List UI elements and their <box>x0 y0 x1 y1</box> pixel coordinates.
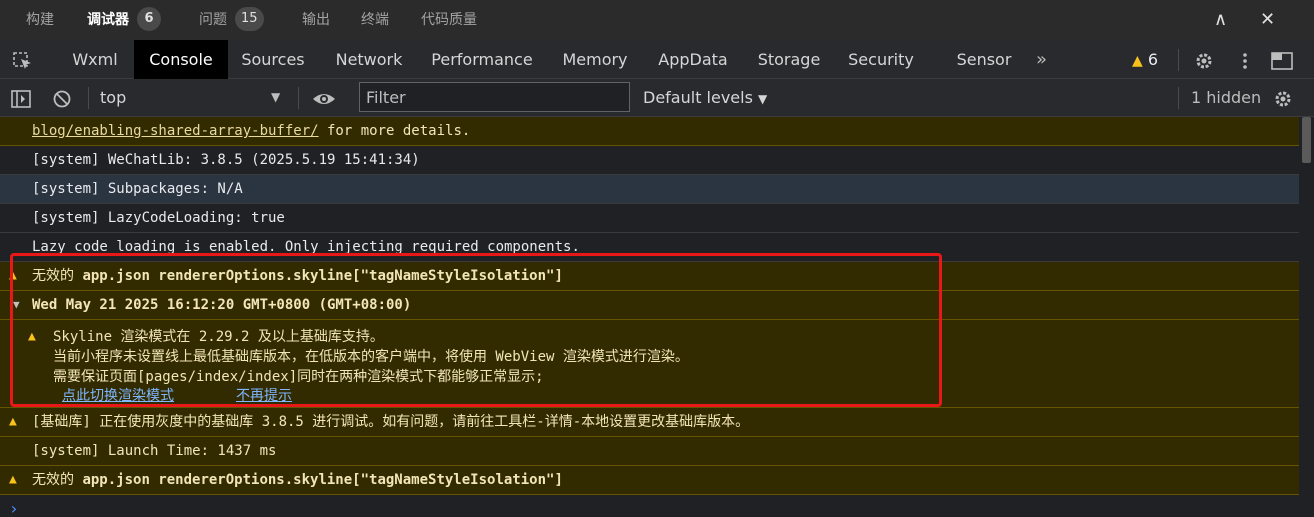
group-timestamp: Wed May 21 2025 16:12:20 GMT+0800 (GMT+0… <box>32 297 412 313</box>
chevron-down-icon: ▼ <box>758 92 768 106</box>
log-row[interactable]: blog/enabling-shared-array-buffer/ for m… <box>0 117 1299 146</box>
close-panel-icon[interactable]: ✕ <box>1260 0 1275 40</box>
tab-sensor[interactable]: Sensor <box>944 40 1024 79</box>
console-prompt[interactable]: › <box>0 495 1299 517</box>
log-row-warning[interactable]: ▲ [基础库] 正在使用灰度中的基础库 3.8.5 进行调试。如有问题，请前往工… <box>0 408 1299 437</box>
log-text: Lazy code loading is enabled. Only injec… <box>32 239 580 255</box>
divider <box>298 87 299 109</box>
debugger-count-badge: 6 <box>137 7 161 31</box>
tab-console[interactable]: Console <box>134 40 228 79</box>
divider <box>1178 87 1179 109</box>
context-selector[interactable]: top <box>100 79 126 116</box>
log-text: [system] Launch Time: 1437 ms <box>32 443 277 459</box>
panel-tab-build[interactable]: 构建 <box>26 0 54 40</box>
skyline-support-text: Skyline 渲染模式在 2.29.2 及以上基础库支持。 <box>53 329 384 345</box>
log-row-warning[interactable]: ▲ 无效的 app.json rendererOptions.skyline["… <box>0 262 1299 291</box>
warning-icon: ▲ <box>9 414 17 429</box>
log-group-body[interactable]: ▲ Skyline 渲染模式在 2.29.2 及以上基础库支持。 当前小程序未设… <box>0 320 1299 408</box>
panel-tab-issues[interactable]: 问题 15 <box>199 0 264 40</box>
log-levels-dropdown[interactable]: Default levels ▼ <box>643 79 767 116</box>
clear-console-icon[interactable] <box>52 79 72 116</box>
log-row[interactable]: [system] Subpackages: N/A <box>0 175 1299 204</box>
warning-icon: ▲ <box>9 472 17 487</box>
tab-wxml[interactable]: Wxml <box>58 40 132 79</box>
panel-tab-code-quality[interactable]: 代码质量 <box>421 0 477 40</box>
log-levels-label: Default levels <box>643 88 753 107</box>
log-text: [基础库] 正在使用灰度中的基础库 3.8.5 进行调试。如有问题，请前往工具栏… <box>32 414 750 430</box>
log-row[interactable]: Lazy code loading is enabled. Only injec… <box>0 233 1299 262</box>
warnings-counter[interactable]: ▲ 6 <box>1132 40 1158 79</box>
console-scrollbar[interactable] <box>1299 117 1314 517</box>
tab-appdata[interactable]: AppData <box>646 40 740 79</box>
skyline-fallback-text: 当前小程序未设置线上最低基础库版本，在低版本的客户端中，将使用 WebView … <box>53 349 689 365</box>
log-text: 无效的 <box>32 472 83 488</box>
warning-icon: ▲ <box>28 329 36 344</box>
docs-link[interactable]: blog/enabling-shared-array-buffer/ <box>32 123 319 139</box>
dock-side-icon[interactable] <box>1270 40 1294 79</box>
sidebar-toggle-icon[interactable] <box>10 79 32 116</box>
log-row[interactable]: [system] Launch Time: 1437 ms <box>0 437 1299 466</box>
panel-tab-debugger[interactable]: 调试器 6 <box>87 0 161 40</box>
tab-security[interactable]: Security <box>838 40 924 79</box>
live-expression-eye-icon[interactable] <box>312 79 336 116</box>
log-text: for more details. <box>318 123 471 139</box>
panel-tab-terminal[interactable]: 终端 <box>361 0 389 40</box>
context-dropdown-icon[interactable]: ▼ <box>271 79 280 116</box>
log-row[interactable]: [system] LazyCodeLoading: true <box>0 204 1299 233</box>
log-code: app.json rendererOptions.skyline["tagNam… <box>82 268 563 284</box>
collapse-panel-icon[interactable]: ∧ <box>1214 0 1227 40</box>
hidden-messages-count: 1 hidden <box>1191 88 1262 107</box>
warning-icon: ▲ <box>9 268 17 283</box>
panel-tab-label: 问题 <box>199 12 227 28</box>
devtools-tab-strip: Wxml Console Sources Network Performance… <box>0 40 1314 79</box>
log-text: 无效的 <box>32 268 83 284</box>
settings-gear-icon[interactable] <box>1194 40 1214 79</box>
tab-storage[interactable]: Storage <box>746 40 832 79</box>
prompt-chevron-icon: › <box>9 499 19 517</box>
log-row[interactable]: [system] WeChatLib: 3.8.5 (2025.5.19 15:… <box>0 146 1299 175</box>
skyline-compat-text: 需要保证页面[pages/index/index]同时在两种渲染模式下都能够正常… <box>53 369 544 385</box>
kebab-menu-icon[interactable] <box>1236 40 1254 79</box>
expand-triangle-icon[interactable]: ▼ <box>13 291 20 319</box>
panel-tab-label: 代码质量 <box>421 12 477 28</box>
panel-tab-label: 调试器 <box>87 12 129 28</box>
scrollbar-thumb[interactable] <box>1302 117 1311 163</box>
tab-memory[interactable]: Memory <box>550 40 640 79</box>
panel-tab-label: 构建 <box>26 12 54 28</box>
divider <box>88 87 89 109</box>
dont-show-again-link[interactable]: 不再提示 <box>236 386 292 406</box>
context-label: top <box>100 88 127 107</box>
tab-network[interactable]: Network <box>322 40 416 79</box>
warning-icon: ▲ <box>1132 53 1143 69</box>
tab-performance[interactable]: Performance <box>420 40 544 79</box>
log-text: [system] Subpackages: N/A <box>32 181 243 197</box>
log-code: app.json rendererOptions.skyline["tagNam… <box>82 472 563 488</box>
tab-sources[interactable]: Sources <box>229 40 317 79</box>
divider <box>1178 49 1179 71</box>
filter-input[interactable] <box>359 82 630 112</box>
log-text: [system] LazyCodeLoading: true <box>32 210 285 226</box>
log-row-warning[interactable]: ▲ 无效的 app.json rendererOptions.skyline["… <box>0 466 1299 495</box>
log-text: [system] WeChatLib: 3.8.5 (2025.5.19 15:… <box>32 152 420 168</box>
console-settings-gear-icon[interactable] <box>1273 79 1293 116</box>
log-group-header[interactable]: ▼ Wed May 21 2025 16:12:20 GMT+0800 (GMT… <box>0 291 1299 320</box>
panel-tab-label: 输出 <box>302 12 330 28</box>
console-log[interactable]: blog/enabling-shared-array-buffer/ for m… <box>0 117 1299 517</box>
switch-render-mode-link[interactable]: 点此切换渲染模式 <box>62 386 174 406</box>
panel-tab-label: 终端 <box>361 12 389 28</box>
inspect-element-icon[interactable] <box>12 40 34 79</box>
more-tabs-icon[interactable]: » <box>1036 40 1047 79</box>
warnings-count: 6 <box>1147 50 1159 69</box>
panel-tab-bar: 构建 调试器 6 问题 15 输出 终端 代码质量 ∧ ✕ <box>0 0 1314 40</box>
issues-count-badge: 15 <box>235 7 264 31</box>
panel-tab-output[interactable]: 输出 <box>302 0 330 40</box>
console-toolbar: top ▼ Default levels ▼ 1 hidden <box>0 79 1314 117</box>
